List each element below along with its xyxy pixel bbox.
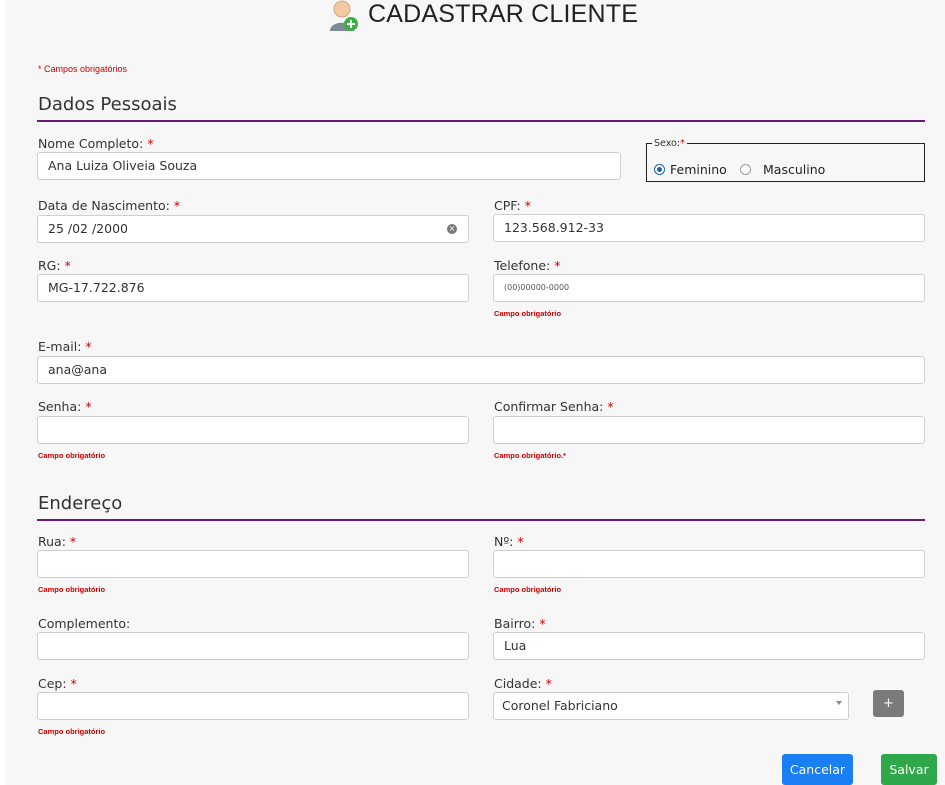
form-panel — [6, 0, 945, 785]
page-title: CADASTRAR CLIENTE — [368, 0, 639, 28]
cep-input[interactable] — [37, 692, 469, 720]
email-input[interactable]: ana@ana — [37, 356, 925, 384]
save-button[interactable]: Salvar — [881, 754, 937, 785]
required-fields-note: * Campos obrigatórios — [38, 64, 128, 74]
cidade-select[interactable]: Coronel Fabriciano — [493, 692, 849, 720]
telefone-label: Telefone: * — [494, 258, 561, 273]
cpf-input[interactable]: 123.568.912-33 — [493, 214, 925, 242]
cep-label: Cep: * — [38, 676, 77, 691]
radio-feminino[interactable] — [654, 164, 665, 175]
nascimento-input[interactable]: 25 /02 /2000 — [37, 215, 469, 243]
complemento-input[interactable] — [37, 632, 469, 660]
cancel-button[interactable]: Cancelar — [782, 754, 853, 785]
rg-input[interactable]: MG-17.722.876 — [37, 274, 469, 302]
email-label: E-mail: * — [38, 339, 92, 354]
user-add-icon — [330, 0, 358, 31]
cep-error: Campo obrigatório — [38, 727, 106, 736]
section-divider-personal — [37, 120, 925, 122]
rua-input[interactable] — [37, 550, 469, 578]
confirmar-senha-error: Campo obrigatório.* — [494, 451, 567, 460]
numero-label: Nº: * — [494, 534, 524, 549]
radio-masculino[interactable] — [740, 164, 751, 175]
clear-date-icon[interactable]: × — [447, 224, 457, 234]
section-divider-address — [37, 519, 925, 521]
add-city-button[interactable]: + — [873, 690, 904, 717]
nome-label: Nome Completo: * — [38, 136, 154, 151]
sexo-legend: Sexo:* — [652, 138, 687, 149]
section-title-personal: Dados Pessoais — [38, 94, 177, 115]
senha-label: Senha: * — [38, 399, 92, 414]
telefone-error: Campo obrigatório — [494, 309, 562, 318]
senha-input[interactable] — [37, 416, 469, 444]
rua-error: Campo obrigatório — [38, 585, 106, 594]
confirmar-senha-input[interactable] — [493, 416, 925, 444]
complemento-label: Complemento: — [38, 616, 131, 631]
nascimento-label: Data de Nascimento: * — [38, 198, 181, 213]
senha-error: Campo obrigatório — [38, 451, 106, 460]
rg-label: RG: * — [38, 258, 71, 273]
section-title-address: Endereço — [38, 493, 123, 514]
bairro-input[interactable]: Lua — [493, 632, 925, 660]
nascimento-value: 25 /02 /2000 — [48, 221, 128, 236]
nome-input[interactable]: Ana Luiza Oliveia Souza — [37, 152, 621, 180]
bairro-label: Bairro: * — [494, 616, 546, 631]
confirmar-senha-label: Confirmar Senha: * — [494, 399, 614, 414]
cpf-label: CPF: * — [494, 198, 531, 213]
cidade-label: Cidade: * — [494, 676, 552, 691]
telefone-input[interactable]: (00)00000-0000 — [493, 274, 925, 302]
numero-input[interactable] — [493, 550, 925, 578]
cidade-value: Coronel Fabriciano — [502, 698, 618, 713]
numero-error: Campo obrigatório — [494, 585, 562, 594]
radio-feminino-label[interactable]: Feminino — [670, 162, 727, 177]
chevron-down-icon — [836, 701, 842, 705]
radio-masculino-label[interactable]: Masculino — [763, 162, 825, 177]
rua-label: Rua: * — [38, 534, 77, 549]
